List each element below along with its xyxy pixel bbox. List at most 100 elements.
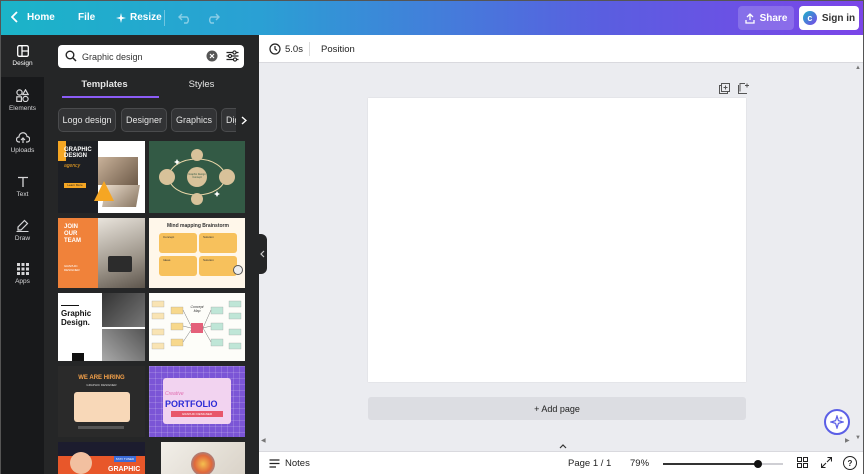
add-page-icon-button[interactable] — [738, 81, 749, 99]
layout-icon — [16, 45, 29, 57]
scroll-right-icon[interactable]: ▶ — [845, 437, 850, 444]
concept-map-graphic — [151, 300, 242, 350]
zoom-slider-fill — [663, 463, 758, 465]
grid-view-icon — [797, 457, 808, 468]
tab-styles[interactable]: Styles — [155, 79, 248, 90]
file-menu-button[interactable]: File — [78, 12, 95, 23]
template-thumbnail[interactable]: STAY TUNED GRAPHIC — [58, 442, 145, 474]
rail-item-label: Uploads — [10, 147, 35, 154]
footer-bar: Notes Page 1 / 1 79% ? — [259, 451, 863, 474]
fullscreen-button[interactable] — [820, 456, 833, 471]
search-icon — [65, 50, 77, 62]
toolbar-divider — [309, 42, 310, 56]
rail-item-apps[interactable]: Apps — [1, 253, 44, 295]
notes-label: Notes — [285, 458, 310, 469]
chevron-left-icon — [259, 250, 264, 258]
template-thumbnail[interactable]: WE ARE HIRING GRAPHIC DESIGNER — [58, 366, 145, 437]
chevron-right-icon — [241, 115, 247, 125]
home-button[interactable]: Home — [11, 11, 55, 23]
template-thumbnail[interactable]: Creative PORTFOLIO GRAPHIC DESIGNER — [149, 366, 245, 437]
help-button[interactable]: ? — [843, 456, 857, 470]
upload-icon — [744, 12, 755, 24]
rail-item-elements[interactable]: Elements — [1, 79, 44, 121]
scroll-up-icon[interactable]: ▲ — [855, 65, 861, 71]
rail-item-design[interactable]: Design — [1, 35, 44, 77]
context-toolbar: 5.0s Position — [259, 35, 863, 63]
panel-tabs: Templates Styles — [58, 75, 244, 98]
topbar-divider — [164, 10, 165, 26]
magic-assistant-button[interactable] — [824, 409, 850, 435]
resize-button[interactable]: Resize — [116, 12, 162, 23]
share-button[interactable]: Share — [738, 6, 794, 30]
rail-item-label: Draw — [14, 234, 31, 242]
chip-graphics[interactable]: Graphics — [171, 108, 217, 132]
pen-icon — [16, 219, 29, 232]
rail-item-label: Apps — [15, 278, 30, 285]
expand-icon — [820, 456, 833, 469]
file-label: File — [78, 12, 96, 23]
scroll-down-icon[interactable]: ▼ — [855, 435, 861, 441]
chevron-left-icon — [11, 11, 18, 23]
search-input[interactable] — [82, 49, 202, 64]
template-thumbnail[interactable] — [161, 442, 245, 474]
cloud-upload-icon — [15, 132, 30, 143]
resize-label: Resize — [130, 12, 162, 23]
share-label: Share — [759, 12, 788, 24]
sparkle-icon — [830, 415, 844, 429]
filter-sliders-icon[interactable] — [226, 50, 239, 62]
zoom-slider[interactable] — [663, 460, 783, 468]
undo-button[interactable] — [178, 11, 192, 29]
rail-item-text[interactable]: Text — [1, 166, 44, 208]
search-bar — [58, 45, 244, 68]
sign-in-button[interactable]: c Sign in — [799, 6, 859, 30]
tab-templates[interactable]: Templates — [58, 79, 151, 90]
shapes-icon — [16, 88, 29, 102]
zoom-slider-handle[interactable] — [754, 460, 762, 468]
rail-item-label: Text — [16, 191, 29, 198]
rail-item-draw[interactable]: Draw — [1, 209, 44, 251]
undo-icon — [178, 13, 189, 24]
chips-scroll-right-button[interactable] — [236, 108, 252, 132]
position-button[interactable]: Position — [321, 44, 355, 55]
duration-label: 5.0s — [285, 43, 303, 55]
rail-item-uploads[interactable]: Uploads — [1, 122, 44, 164]
chevron-up-icon — [559, 443, 567, 448]
side-rail: Design Elements Uploads Text Draw Apps — [1, 35, 44, 474]
clock-icon — [269, 43, 281, 55]
grid-view-button[interactable] — [797, 457, 808, 471]
question-mark-icon: ? — [847, 458, 853, 468]
collapse-panel-button[interactable] — [257, 234, 267, 274]
template-thumbnail[interactable]: Concept Map — [149, 293, 245, 361]
notes-button[interactable]: Notes — [269, 458, 310, 469]
top-bar: Home File Resize Share c Sign in — [1, 1, 863, 35]
suggestion-chips: Logo design Designer Graphics Digital — [58, 108, 252, 132]
chip-logo-design[interactable]: Logo design — [58, 108, 116, 132]
sign-in-label: Sign in — [821, 12, 856, 24]
show-pages-button[interactable] — [557, 441, 569, 451]
sparkle-icon — [116, 12, 126, 23]
add-page-button[interactable]: + Add page — [368, 397, 746, 420]
home-label: Home — [27, 11, 55, 23]
design-page[interactable] — [368, 98, 746, 382]
duplicate-icon — [719, 83, 730, 94]
clear-search-icon[interactable] — [206, 50, 218, 62]
redo-button[interactable] — [206, 11, 220, 29]
duration-button[interactable]: 5.0s — [269, 43, 303, 55]
page-tools — [711, 81, 749, 99]
add-page-icon — [738, 83, 749, 94]
chip-designer[interactable]: Designer — [121, 108, 167, 132]
template-thumbnail[interactable]: Mind mapping Brainstorm Concept Solution… — [149, 218, 245, 288]
template-thumbnail[interactable]: GRAPHIC DESIGN agency Learn More — [58, 141, 145, 213]
notes-icon — [269, 459, 280, 468]
vertical-scrollbar[interactable]: ▲ ▼ — [853, 65, 863, 445]
page-indicator[interactable]: Page 1 / 1 — [568, 458, 611, 469]
active-tab-indicator — [62, 96, 159, 98]
zoom-level[interactable]: 79% — [630, 458, 649, 469]
scroll-left-icon[interactable]: ◀ — [261, 437, 266, 444]
templates-panel: Templates Styles Logo design Designer Gr… — [44, 35, 259, 474]
template-thumbnail[interactable]: Graphic Design Concept — [149, 141, 245, 213]
template-thumbnail[interactable]: JOIN OUR TEAM GRAPHIC DESIGNER — [58, 218, 145, 288]
duplicate-page-button[interactable] — [719, 81, 730, 99]
rail-item-label: Elements — [8, 104, 37, 112]
template-thumbnail[interactable]: Graphic Design. — [58, 293, 145, 361]
